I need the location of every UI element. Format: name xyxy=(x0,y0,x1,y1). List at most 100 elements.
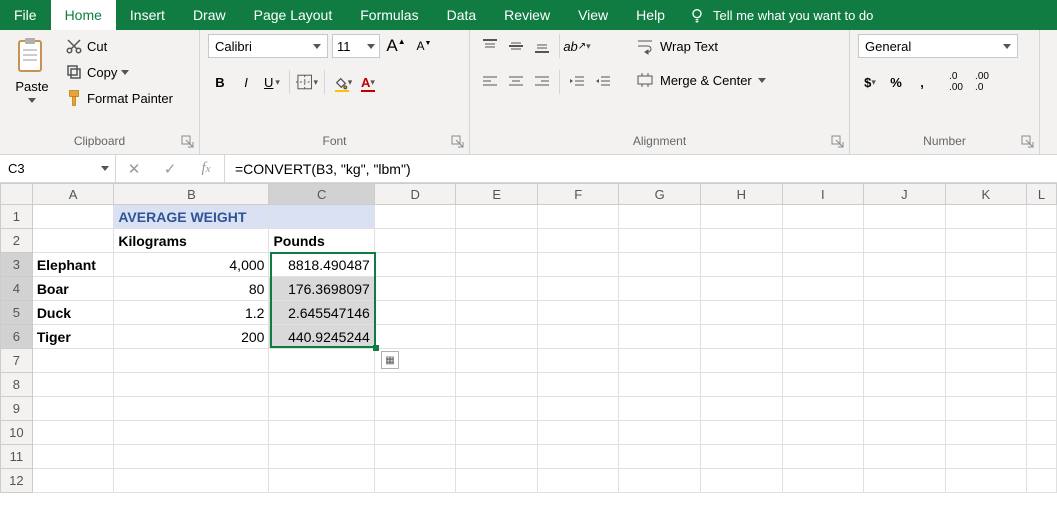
cell-L3[interactable] xyxy=(1027,253,1057,277)
comma-format-button[interactable]: , xyxy=(910,70,934,94)
cell-C8[interactable] xyxy=(269,373,374,397)
cell-F7[interactable] xyxy=(538,349,620,373)
cell-G2[interactable] xyxy=(619,229,701,253)
row-header-4[interactable]: 4 xyxy=(0,277,33,301)
tab-page-layout[interactable]: Page Layout xyxy=(240,0,347,30)
cell-G5[interactable] xyxy=(619,301,701,325)
cell-L1[interactable] xyxy=(1027,205,1057,229)
increase-font-button[interactable]: A▲ xyxy=(384,34,408,58)
cell-B7[interactable] xyxy=(114,349,269,373)
cell-G7[interactable] xyxy=(619,349,701,373)
cell-G4[interactable] xyxy=(619,277,701,301)
cell-I10[interactable] xyxy=(783,421,865,445)
col-header-L[interactable]: L xyxy=(1027,183,1057,205)
cell-C7[interactable] xyxy=(269,349,374,373)
cell-K5[interactable] xyxy=(946,301,1028,325)
cell-G11[interactable] xyxy=(619,445,701,469)
row-header-2[interactable]: 2 xyxy=(0,229,33,253)
cell-K2[interactable] xyxy=(946,229,1028,253)
cell-F2[interactable] xyxy=(538,229,620,253)
dialog-launcher-icon[interactable] xyxy=(181,135,195,149)
cell-E10[interactable] xyxy=(456,421,538,445)
borders-button[interactable]: ▾ xyxy=(295,70,319,94)
cell-F1[interactable] xyxy=(538,205,620,229)
cell-D8[interactable] xyxy=(375,373,457,397)
cell-H8[interactable] xyxy=(701,373,783,397)
row-header-6[interactable]: 6 xyxy=(0,325,33,349)
cell-K10[interactable] xyxy=(946,421,1028,445)
paste-button[interactable]: Paste xyxy=(10,34,54,106)
row-header-12[interactable]: 12 xyxy=(0,469,33,493)
cell-D9[interactable] xyxy=(375,397,457,421)
autofill-options-button[interactable]: ▦ xyxy=(381,351,399,369)
name-box[interactable]: C3 xyxy=(0,155,116,182)
fill-color-button[interactable]: ▾ xyxy=(330,70,354,94)
cell-L2[interactable] xyxy=(1027,229,1057,253)
cell-F6[interactable] xyxy=(538,325,620,349)
cell-J6[interactable] xyxy=(864,325,946,349)
cell-K7[interactable] xyxy=(946,349,1028,373)
merge-center-button[interactable]: Merge & Center xyxy=(631,68,771,92)
cell-E12[interactable] xyxy=(456,469,538,493)
col-header-A[interactable]: A xyxy=(33,183,115,205)
row-header-8[interactable]: 8 xyxy=(0,373,33,397)
cell-A11[interactable] xyxy=(33,445,115,469)
cell-D5[interactable] xyxy=(375,301,457,325)
cell-C11[interactable] xyxy=(269,445,374,469)
align-middle-button[interactable] xyxy=(504,34,528,58)
cell-K4[interactable] xyxy=(946,277,1028,301)
col-header-C[interactable]: C xyxy=(269,183,374,205)
cell-B2[interactable]: Kilograms xyxy=(114,229,269,253)
cell-D3[interactable] xyxy=(375,253,457,277)
cell-F12[interactable] xyxy=(538,469,620,493)
cell-C4[interactable]: 176.3698097 xyxy=(269,277,374,301)
cell-C1[interactable] xyxy=(269,205,374,229)
cell-J12[interactable] xyxy=(864,469,946,493)
cell-J7[interactable] xyxy=(864,349,946,373)
col-header-J[interactable]: J xyxy=(864,183,946,205)
cell-A4[interactable]: Boar xyxy=(33,277,115,301)
tab-help[interactable]: Help xyxy=(622,0,679,30)
cell-A8[interactable] xyxy=(33,373,115,397)
cell-I3[interactable] xyxy=(783,253,865,277)
copy-button[interactable]: Copy xyxy=(60,60,178,84)
tab-draw[interactable]: Draw xyxy=(179,0,240,30)
cell-F4[interactable] xyxy=(538,277,620,301)
cell-H6[interactable] xyxy=(701,325,783,349)
tab-data[interactable]: Data xyxy=(433,0,491,30)
cell-K12[interactable] xyxy=(946,469,1028,493)
tell-me[interactable]: Tell me what you want to do xyxy=(689,0,873,30)
col-header-F[interactable]: F xyxy=(538,183,620,205)
cell-E9[interactable] xyxy=(456,397,538,421)
tab-formulas[interactable]: Formulas xyxy=(346,0,432,30)
dialog-launcher-icon[interactable] xyxy=(451,135,465,149)
cell-H3[interactable] xyxy=(701,253,783,277)
tab-home[interactable]: Home xyxy=(51,0,116,30)
cell-G3[interactable] xyxy=(619,253,701,277)
cell-L4[interactable] xyxy=(1027,277,1057,301)
cell-G6[interactable] xyxy=(619,325,701,349)
cell-K11[interactable] xyxy=(946,445,1028,469)
row-header-10[interactable]: 10 xyxy=(0,421,33,445)
cell-G1[interactable] xyxy=(619,205,701,229)
wrap-text-button[interactable]: Wrap Text xyxy=(631,34,771,58)
row-header-9[interactable]: 9 xyxy=(0,397,33,421)
col-header-H[interactable]: H xyxy=(701,183,783,205)
cell-C3[interactable]: 8818.490487 xyxy=(269,253,374,277)
percent-format-button[interactable]: % xyxy=(884,70,908,94)
align-left-button[interactable] xyxy=(478,70,502,94)
cell-B11[interactable] xyxy=(114,445,269,469)
increase-decimal-button[interactable]: .0.00 xyxy=(944,70,968,94)
cell-L7[interactable] xyxy=(1027,349,1057,373)
cell-F8[interactable] xyxy=(538,373,620,397)
cell-F5[interactable] xyxy=(538,301,620,325)
cell-D2[interactable] xyxy=(375,229,457,253)
cell-H12[interactable] xyxy=(701,469,783,493)
cell-C6[interactable]: 440.9245244 xyxy=(269,325,374,349)
cell-A2[interactable] xyxy=(33,229,115,253)
cell-B5[interactable]: 1.2 xyxy=(114,301,269,325)
cell-J2[interactable] xyxy=(864,229,946,253)
underline-button[interactable]: U▾ xyxy=(260,70,284,94)
cell-L10[interactable] xyxy=(1027,421,1057,445)
cell-G8[interactable] xyxy=(619,373,701,397)
